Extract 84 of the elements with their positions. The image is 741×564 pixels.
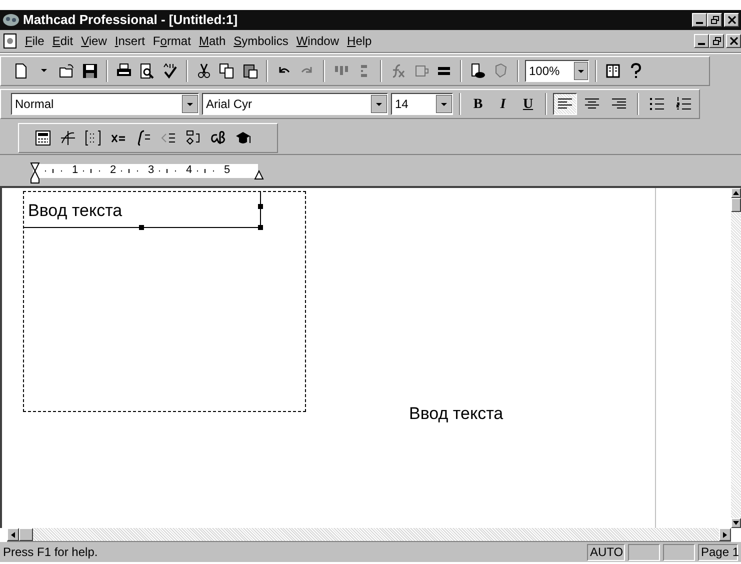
dropdown-arrow-icon (41, 69, 47, 72)
ruler-number: 1 (71, 163, 79, 178)
text-region[interactable]: Ввод текста (409, 401, 504, 426)
text-region[interactable]: Ввод текста (24, 192, 261, 228)
menu-item[interactable]: Window (292, 32, 344, 50)
menu-item[interactable]: Insert (110, 32, 149, 50)
status-mode-pane: AUTO (587, 544, 625, 560)
close-icon (730, 37, 738, 45)
menu-item[interactable]: Help (343, 32, 376, 50)
scissors-icon (196, 62, 212, 78)
matrix-icon (85, 130, 101, 146)
bullet-list-icon (649, 96, 665, 112)
calculator-icon (35, 130, 51, 146)
app-icon (2, 13, 20, 27)
menu-item[interactable]: Math (194, 32, 230, 50)
menu-item[interactable]: Symbolics (230, 32, 292, 50)
minimize-button[interactable] (692, 13, 707, 27)
vertical-scrollbar[interactable] (731, 188, 741, 528)
menu-item[interactable]: Format (148, 32, 195, 50)
calculator-button[interactable] (33, 128, 53, 148)
horizontal-scrollbar[interactable] (7, 528, 731, 542)
matrix-button[interactable] (83, 128, 103, 148)
scroll-down-button[interactable] (731, 518, 741, 528)
restore-button[interactable] (707, 13, 722, 27)
close-button[interactable] (724, 13, 739, 27)
close-icon (728, 16, 736, 24)
scroll-left-button[interactable] (7, 528, 19, 541)
ruler-number: 4 (185, 163, 193, 178)
status-pane (663, 544, 695, 560)
clipboard-icon (242, 62, 258, 78)
up-arrow-icon (733, 191, 739, 195)
menu-item[interactable]: View (77, 32, 111, 50)
restore-button[interactable] (709, 34, 724, 48)
graduation-cap-icon (235, 130, 251, 146)
dropdown-arrow-icon (436, 95, 452, 113)
region-selection-box[interactable]: Ввод текста (23, 191, 306, 412)
scroll-right-button[interactable] (719, 528, 731, 541)
ruler-number: 3 (147, 163, 155, 178)
close-button[interactable] (726, 34, 741, 48)
graph-icon (60, 130, 76, 146)
ruler-number: 2 (109, 163, 117, 178)
window-title: Mathcad Professional - [Untitled:1] (23, 11, 238, 30)
minimize-button[interactable] (694, 34, 709, 48)
folder-icon (59, 62, 75, 78)
function-icon (390, 62, 406, 78)
flowchart-icon (185, 130, 201, 146)
scroll-thumb[interactable] (731, 198, 741, 212)
numbered-list-icon (676, 96, 692, 112)
font-dropdown[interactable]: Arial Cyr (202, 93, 388, 115)
cup-icon (413, 62, 429, 78)
status-message: Press F1 for help. (3, 544, 99, 561)
underline-button[interactable]: U (517, 93, 539, 115)
left-arrow-icon (11, 532, 15, 538)
dropdown-arrow-icon (371, 95, 387, 113)
restore-icon (710, 16, 718, 24)
copy-icon (219, 62, 235, 78)
dropdown-arrow-icon (182, 95, 198, 113)
scroll-thumb[interactable] (19, 528, 33, 541)
scroll-up-button[interactable] (731, 188, 741, 198)
new-page-icon (13, 62, 29, 78)
bold-button[interactable]: B (467, 93, 489, 115)
align-left-button[interactable] (553, 93, 577, 115)
help-icon (628, 62, 644, 78)
align-across-icon (334, 66, 348, 75)
greek-letters-icon (210, 130, 226, 146)
zoom-dropdown[interactable]: 100% (525, 60, 589, 82)
right-arrow-icon (723, 532, 727, 538)
menu-item[interactable]: File (21, 32, 48, 50)
ruler-number: 5 (223, 163, 231, 178)
down-arrow-icon (733, 521, 739, 525)
dropdown-arrow-icon (574, 62, 588, 80)
printer-icon (116, 62, 132, 78)
menu-item[interactable]: Edit (48, 32, 78, 50)
book-icon (605, 62, 621, 78)
italic-button[interactable]: I (492, 93, 514, 115)
status-pane (628, 544, 660, 560)
document-icon[interactable] (3, 33, 17, 49)
spell-check-icon (162, 62, 178, 78)
integral-icon (135, 130, 151, 146)
style-dropdown[interactable]: Normal (11, 93, 199, 115)
status-page-pane: Page 1 (698, 544, 738, 560)
restore-icon (712, 37, 720, 45)
print-preview-icon (139, 62, 155, 78)
font-size-dropdown[interactable]: 14 (391, 93, 453, 115)
